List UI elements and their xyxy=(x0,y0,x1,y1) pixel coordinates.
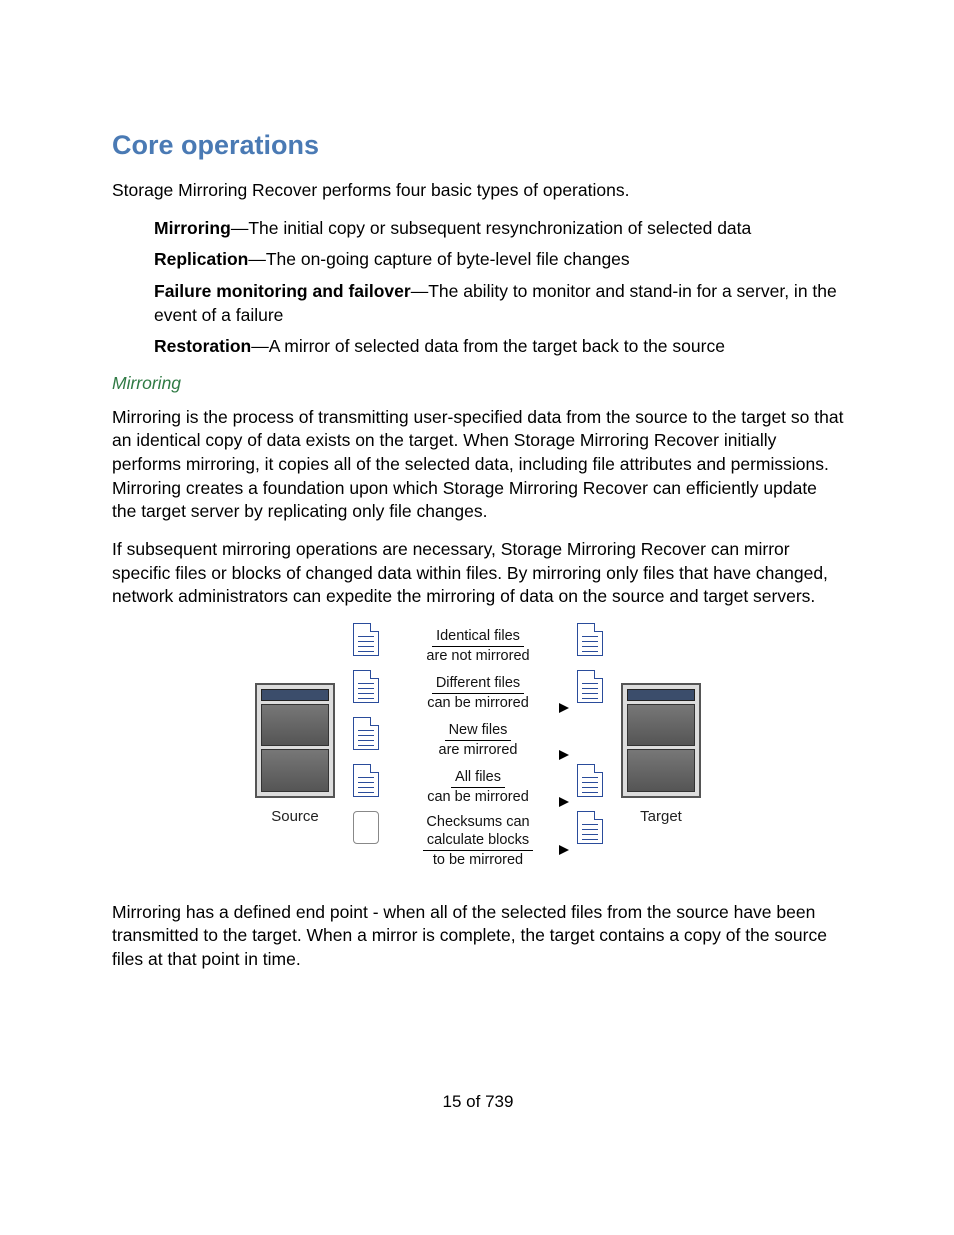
label-line: All files xyxy=(451,769,505,788)
definition-item: Replication—The on-going capture of byte… xyxy=(154,248,844,272)
definition-desc: —The initial copy or subsequent resynchr… xyxy=(231,218,751,238)
diagram-label: Different files can be mirrored xyxy=(397,670,559,717)
arrow-icon xyxy=(559,750,569,760)
label-line: Different files xyxy=(432,675,524,694)
definition-desc: —The on-going capture of byte-level file… xyxy=(248,249,629,269)
definition-list: Mirroring—The initial copy or subsequent… xyxy=(154,217,844,359)
label-line: are not mirrored xyxy=(397,647,559,665)
target-files-column xyxy=(577,623,603,844)
sub-heading-mirroring: Mirroring xyxy=(112,373,844,394)
label-line: can be mirrored xyxy=(397,694,559,712)
file-icon xyxy=(353,670,379,703)
definition-term: Mirroring xyxy=(154,218,231,238)
label-line: can be mirrored xyxy=(397,788,559,806)
server-icon xyxy=(255,683,335,798)
label-line: calculate blocks xyxy=(423,832,533,851)
label-line: Identical files xyxy=(432,628,524,647)
server-icon xyxy=(621,683,701,798)
label-line: New files xyxy=(445,722,512,741)
definition-term: Restoration xyxy=(154,336,251,356)
label-line: are mirrored xyxy=(397,741,559,759)
intro-paragraph: Storage Mirroring Recover performs four … xyxy=(112,179,844,203)
definition-item: Restoration—A mirror of selected data fr… xyxy=(154,335,844,359)
diagram-label: All files can be mirrored xyxy=(397,764,559,811)
body-paragraph: Mirroring is the process of transmitting… xyxy=(112,406,844,524)
body-paragraph: Mirroring has a defined end point - when… xyxy=(112,901,844,972)
arrow-icon xyxy=(559,703,569,713)
source-files-column xyxy=(353,623,379,844)
arrow-icon xyxy=(559,797,569,807)
page-title: Core operations xyxy=(112,130,844,161)
definition-item: Failure monitoring and failover—The abil… xyxy=(154,280,844,327)
mirroring-diagram: Source Identical files are not mirrored … xyxy=(112,623,844,873)
definition-desc: —A mirror of selected data from the targ… xyxy=(251,336,725,356)
target-label: Target xyxy=(640,808,682,825)
empty-slot xyxy=(577,717,603,750)
file-icon xyxy=(577,623,603,656)
file-icon xyxy=(353,764,379,797)
blank-file-icon xyxy=(353,811,379,844)
file-icon xyxy=(353,623,379,656)
target-endpoint: Target xyxy=(621,683,701,825)
body-paragraph: If subsequent mirroring operations are n… xyxy=(112,538,844,609)
definition-item: Mirroring—The initial copy or subsequent… xyxy=(154,217,844,241)
source-endpoint: Source xyxy=(255,683,335,825)
file-icon xyxy=(577,811,603,844)
label-line: Checksums can xyxy=(422,814,533,832)
definition-term: Replication xyxy=(154,249,248,269)
file-icon xyxy=(577,764,603,797)
page-number: 15 of 739 xyxy=(112,1092,844,1112)
source-label: Source xyxy=(271,808,319,825)
diagram-label: Identical files are not mirrored xyxy=(397,623,559,670)
file-icon xyxy=(353,717,379,750)
diagram-label: New files are mirrored xyxy=(397,717,559,764)
arrow-icon xyxy=(559,845,569,855)
file-icon xyxy=(577,670,603,703)
label-line: to be mirrored xyxy=(397,851,559,869)
document-page: Core operations Storage Mirroring Recove… xyxy=(0,0,954,1172)
diagram-label: Checksums can calculate blocks to be mir… xyxy=(397,811,559,873)
diagram-labels-column: Identical files are not mirrored Differe… xyxy=(397,623,559,873)
definition-term: Failure monitoring and failover xyxy=(154,281,411,301)
